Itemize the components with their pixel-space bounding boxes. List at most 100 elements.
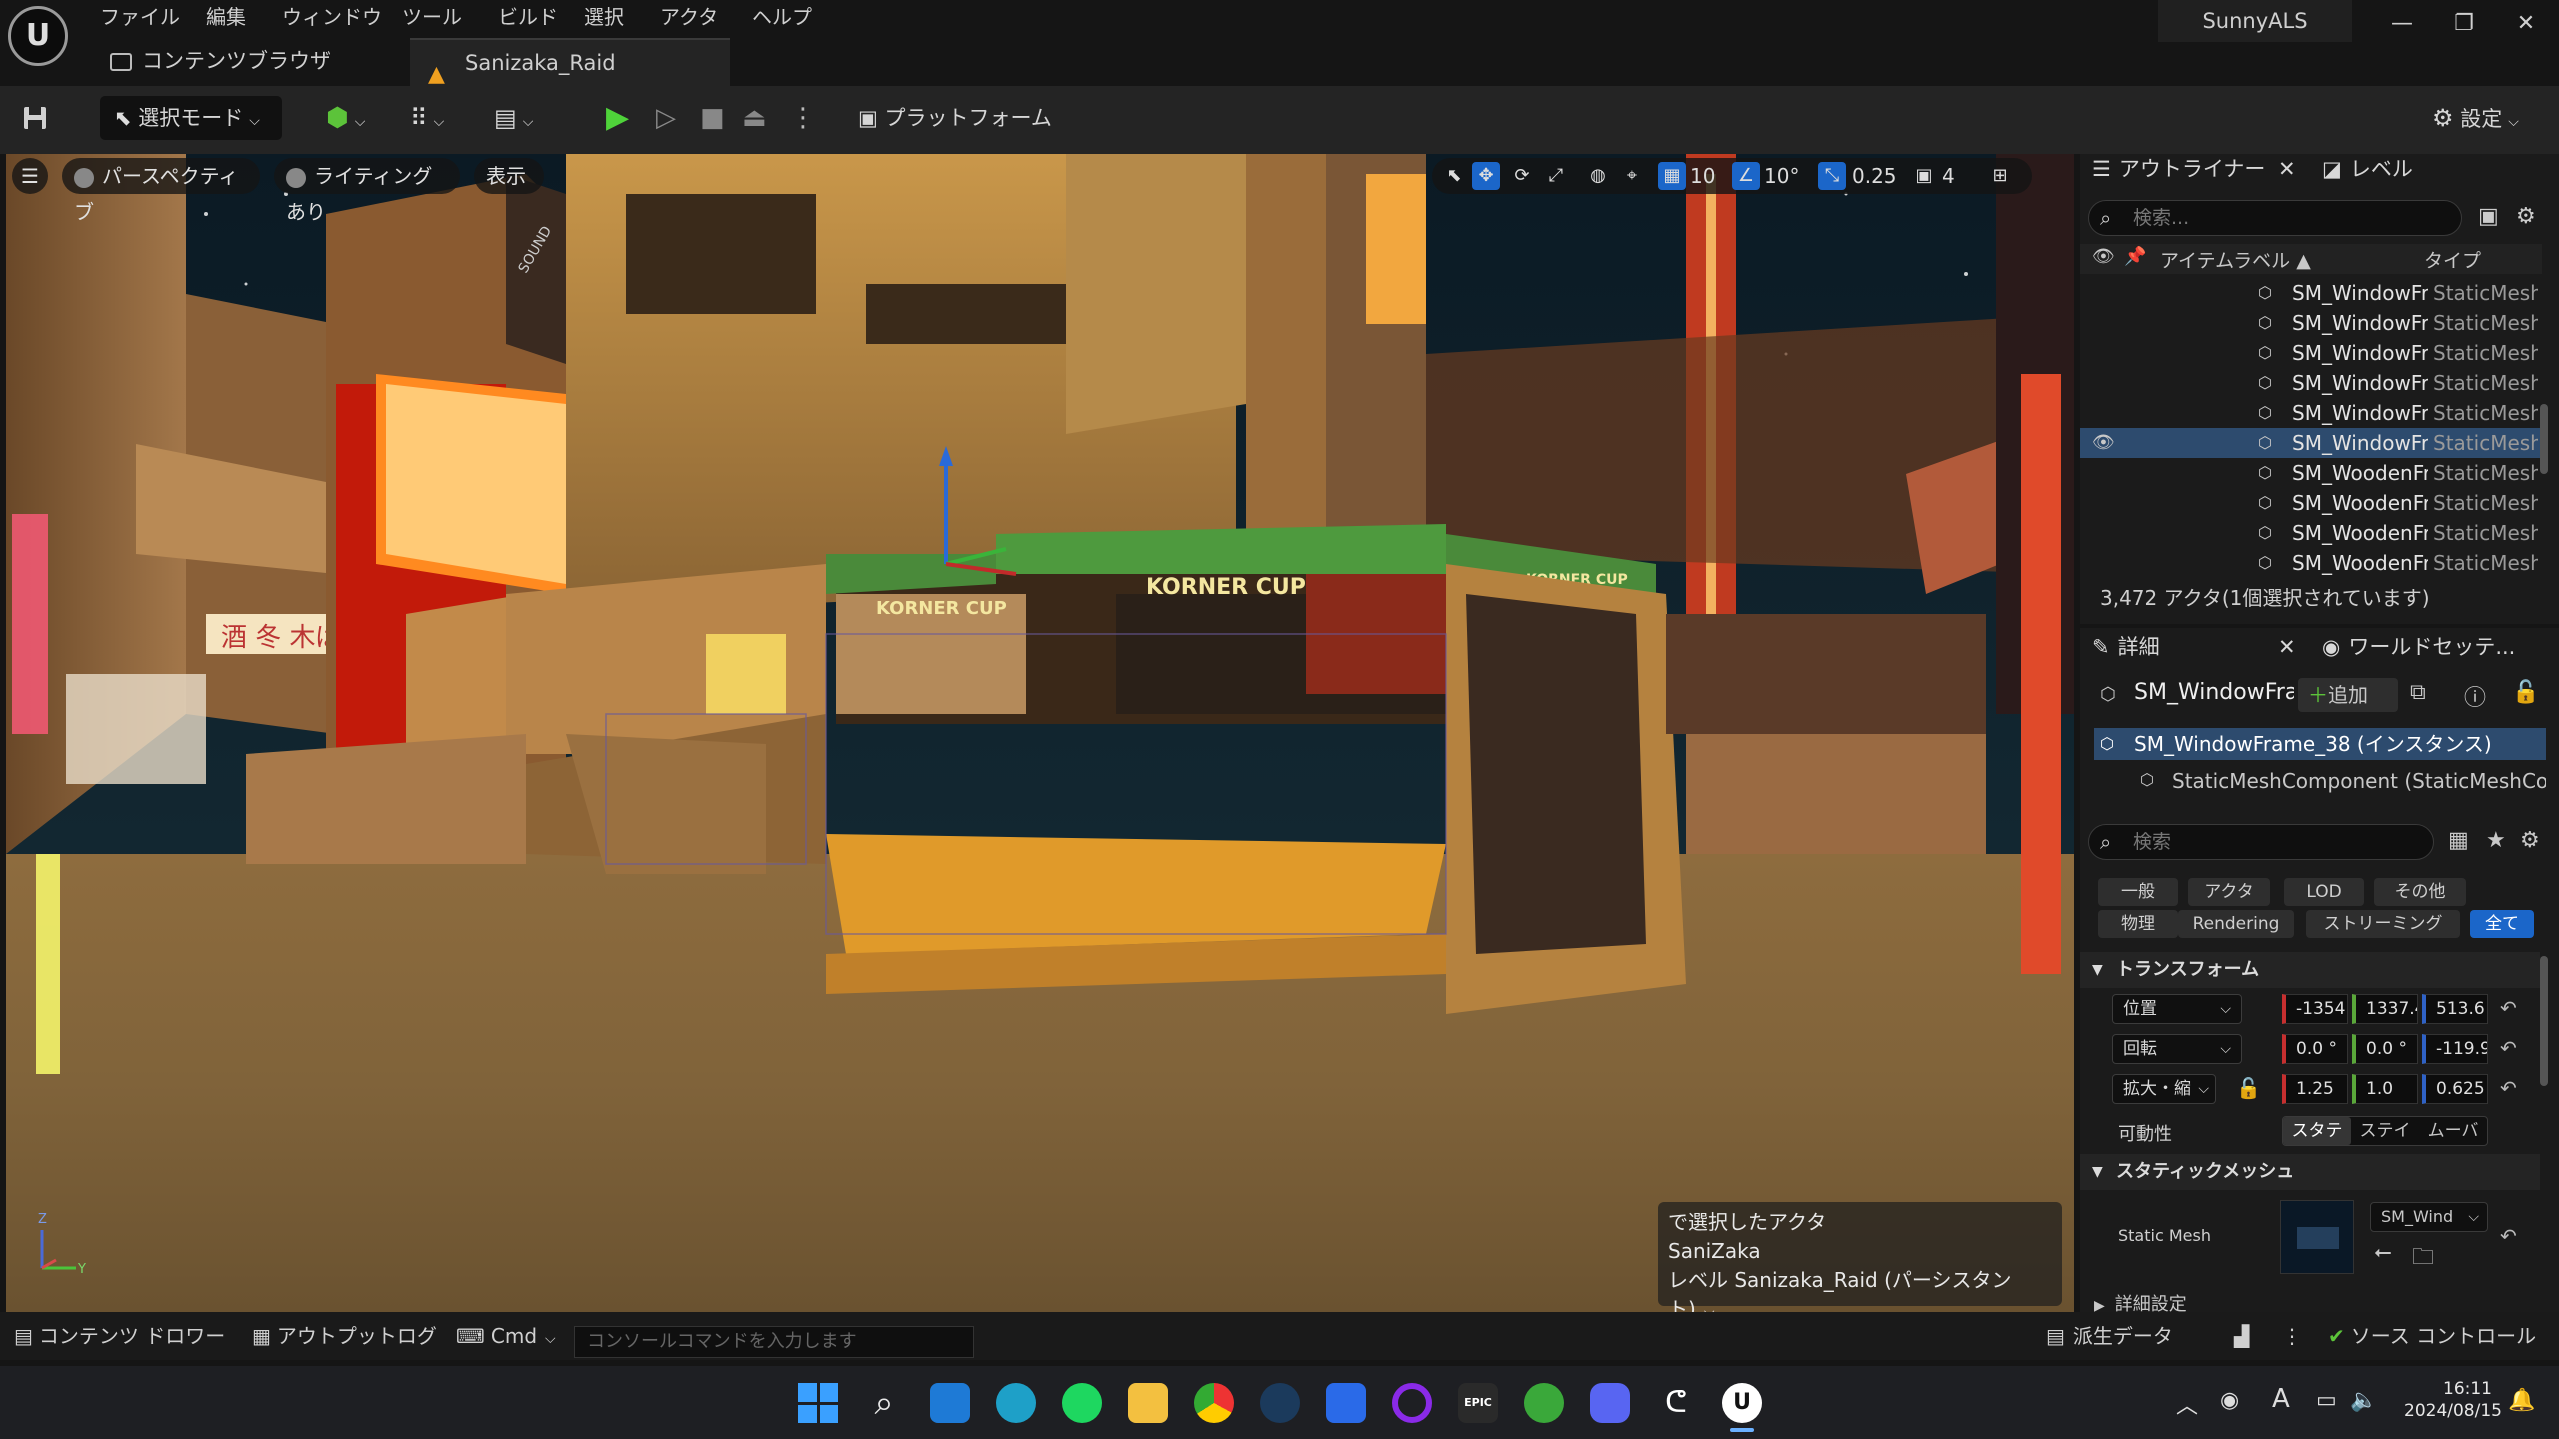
bluestacks-icon[interactable] <box>1326 1383 1366 1423</box>
rotation-y-input[interactable]: 0.0 ° <box>2352 1034 2418 1064</box>
location-x-input[interactable]: -1354 <box>2282 994 2348 1024</box>
rotate-tool-icon[interactable]: ⟳ <box>1508 162 1536 190</box>
discord-icon[interactable] <box>1590 1383 1630 1423</box>
more-options-icon[interactable]: ⋮ <box>2282 1320 2302 1352</box>
play-options-icon[interactable]: ⋮ <box>790 96 816 140</box>
minimize-icon[interactable]: — <box>2372 6 2432 42</box>
chrome-icon[interactable] <box>1194 1383 1234 1423</box>
close-outliner-icon[interactable]: ✕ <box>2278 148 2298 190</box>
translate-tool-icon[interactable]: ✥ <box>1472 162 1500 190</box>
camera-speed-icon[interactable]: ▣ <box>1910 162 1938 190</box>
pin-icon[interactable]: 📌 <box>2124 246 2146 267</box>
show-button[interactable]: 表示 <box>474 158 544 194</box>
trace-icon[interactable]: ▟ <box>2234 1320 2249 1352</box>
tab-levels[interactable]: ◪ レベル <box>2322 148 2452 190</box>
menu-tools[interactable]: ツール <box>402 2 462 32</box>
obs-icon[interactable] <box>1392 1383 1432 1423</box>
steam-icon[interactable] <box>1260 1383 1300 1423</box>
cmd-dropdown[interactable]: ⌨ Cmd ⌵ <box>456 1320 556 1352</box>
component-child-item[interactable]: StaticMeshComponent (StaticMeshCompo <box>2172 766 2546 796</box>
restore-icon[interactable]: ❐ <box>2434 6 2494 42</box>
surface-snap-icon[interactable]: ⌖ <box>1618 162 1646 190</box>
blueprint-add-icon[interactable]: ⧉ <box>2410 680 2426 705</box>
filter-category-button[interactable]: その他 <box>2374 878 2466 906</box>
menu-window[interactable]: ウィンドウ <box>282 2 382 32</box>
tab-details[interactable]: ✎ 詳細 <box>2092 626 2212 668</box>
scale-mode-dropdown[interactable]: 拡大・縮 ⌵ <box>2112 1074 2216 1104</box>
rotation-mode-dropdown[interactable]: 回転 ⌵ <box>2112 1034 2242 1064</box>
actor-name-field[interactable]: SM_WindowFra <box>2134 680 2294 705</box>
filter-category-button[interactable]: Rendering <box>2178 910 2294 938</box>
help-icon[interactable]: ⓘ <box>2464 680 2486 712</box>
select-mode-dropdown[interactable]: ⬉ 選択モード ⌵ <box>100 96 282 140</box>
filter-category-button[interactable]: 全て <box>2470 910 2534 938</box>
spotify-icon[interactable] <box>1062 1383 1102 1423</box>
location-y-input[interactable]: 1337.4 <box>2352 994 2418 1024</box>
reset-scale-icon[interactable]: ↶ <box>2500 1076 2517 1100</box>
edge-icon[interactable] <box>996 1383 1036 1423</box>
outliner-row[interactable]: ⬡ SM_WindowFra StaticMesh <box>2080 308 2540 338</box>
github-icon[interactable]: ᕦ <box>1656 1383 1696 1423</box>
menu-help[interactable]: ヘルプ <box>752 2 812 32</box>
xbox-icon[interactable] <box>1524 1383 1564 1423</box>
derived-data-button[interactable]: ▤ 派生データ <box>2046 1320 2173 1352</box>
lock-icon[interactable]: 🔓 <box>2512 680 2539 705</box>
volume-icon[interactable]: 🔈 <box>2350 1388 2377 1413</box>
steam-tray-icon[interactable]: ◉ <box>2220 1388 2239 1413</box>
mesh-thumbnail[interactable] <box>2280 1200 2354 1274</box>
tray-overflow-icon[interactable]: ︿ <box>2176 1388 2198 1420</box>
menu-select[interactable]: 選択 <box>584 2 624 32</box>
close-details-icon[interactable]: ✕ <box>2278 626 2298 668</box>
static-mesh-section-header[interactable]: ▼ スタティックメッシュ <box>2080 1154 2540 1190</box>
world-space-icon[interactable]: ◍ <box>1584 162 1612 190</box>
content-drawer-button[interactable]: ▤ コンテンツ ドロワー <box>14 1320 225 1352</box>
grid-snap-value[interactable]: 10 <box>1690 164 1715 188</box>
settings-dropdown[interactable]: ⚙ 設定 ⌵ <box>2432 96 2544 140</box>
tab-level[interactable]: ▲ Sanizaka_Raid <box>410 38 730 87</box>
viewport-menu-button[interactable]: ☰ <box>12 158 48 194</box>
epic-games-icon[interactable]: EPIC <box>1458 1383 1498 1423</box>
rotation-snap-value[interactable]: 10° <box>1764 164 1799 188</box>
source-control-button[interactable]: ✔ ソース コントロール <box>2328 1320 2536 1352</box>
lighting-button[interactable]: ライティングあり <box>274 158 460 224</box>
location-mode-dropdown[interactable]: 位置 ⌵ <box>2112 994 2242 1024</box>
outliner-row[interactable]: ⬡ SM_WindowFra StaticMesh <box>2080 278 2540 308</box>
details-search-input[interactable]: 検索 <box>2088 824 2434 860</box>
type-column-header[interactable]: タイプ <box>2424 246 2481 273</box>
details-scrollbar[interactable] <box>2540 956 2548 1086</box>
add-folder-icon[interactable]: ▣ <box>2478 204 2499 229</box>
filter-category-button[interactable]: ストリーミング <box>2306 910 2460 938</box>
location-z-input[interactable]: 513.6 <box>2422 994 2488 1024</box>
notification-bell-icon[interactable]: 🔔 <box>2508 1388 2535 1413</box>
visibility-icon[interactable]: 👁 <box>2092 246 2115 267</box>
reset-location-icon[interactable]: ↶ <box>2500 996 2517 1020</box>
label-column-header[interactable]: アイテムラベル ▲ <box>2160 246 2311 273</box>
component-root-item[interactable]: SM_WindowFrame_38 (インスタンス) <box>2094 728 2546 760</box>
outliner-row[interactable]: ⬡ SM_WoodenFraStaticMesh <box>2080 548 2540 578</box>
ime-indicator[interactable]: A <box>2272 1384 2290 1414</box>
scale-snap-value[interactable]: 0.25 <box>1852 164 1897 188</box>
reset-rotation-icon[interactable]: ↶ <box>2500 1036 2517 1060</box>
menu-file[interactable]: ファイル <box>100 2 180 32</box>
scale-y-input[interactable]: 1.0 <box>2352 1074 2418 1104</box>
browse-icon[interactable]: 🗀 <box>2412 1240 2434 1278</box>
step-icon[interactable]: ▷ <box>656 96 688 140</box>
outliner-search-input[interactable]: 検索... <box>2088 200 2462 236</box>
unreal-logo-icon[interactable]: U <box>8 6 68 66</box>
play-icon[interactable]: ▶ <box>606 96 638 140</box>
blueprint-button[interactable]: ⠿ ⌵ <box>410 96 470 140</box>
scale-z-input[interactable]: 0.625 <box>2422 1074 2488 1104</box>
tab-outliner[interactable]: ☰ アウトライナー <box>2092 148 2292 190</box>
platform-dropdown[interactable]: ▣ プラットフォーム⌵ <box>858 96 1058 173</box>
gear-icon[interactable]: ⚙ <box>2516 204 2536 229</box>
cinematics-button[interactable]: ▤ ⌵ <box>494 96 554 140</box>
outliner-row[interactable]: ⬡ SM_WindowFra StaticMesh <box>2080 368 2540 398</box>
outliner-row[interactable]: 👁 ⬡ SM_WindowFra StaticMesh <box>2080 428 2540 458</box>
outliner-scrollbar[interactable] <box>2540 404 2548 474</box>
transform-section-header[interactable]: ▼ トランスフォーム <box>2080 952 2540 988</box>
file-explorer-icon[interactable] <box>1128 1383 1168 1423</box>
table-view-icon[interactable]: ▦ <box>2448 828 2469 853</box>
output-log-button[interactable]: ▦ アウトプットログ <box>252 1320 437 1352</box>
favorite-star-icon[interactable]: ★ <box>2486 828 2506 853</box>
static-mesh-dropdown[interactable]: SM_Wind ⌵ <box>2370 1202 2488 1232</box>
